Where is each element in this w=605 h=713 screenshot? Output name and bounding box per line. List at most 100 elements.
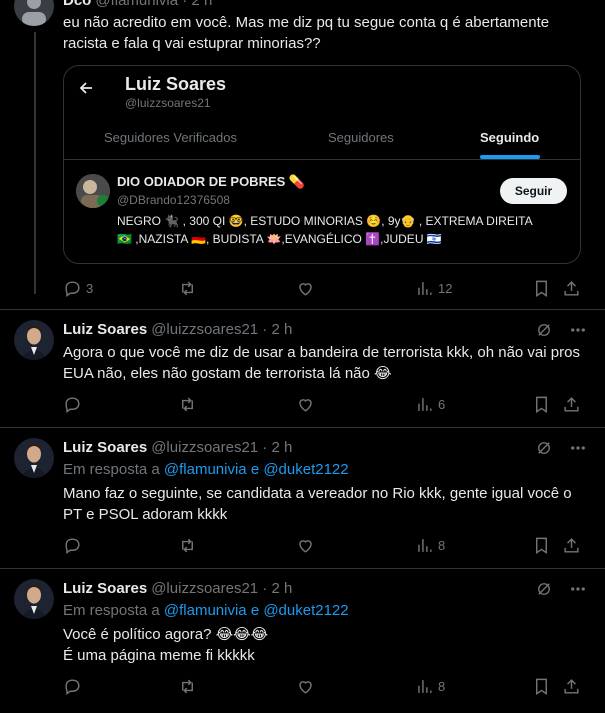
tweet-flamunivia[interactable]: Dco @flamunivia · 2 h eu não acredito em… [0,0,605,310]
reply-icon [65,280,80,297]
share-button[interactable] [562,674,581,698]
views-button[interactable]: 8 [415,533,445,557]
retweet-button[interactable] [178,276,197,300]
more-icon[interactable] [569,321,587,339]
tweet-actions: 8 [63,533,593,557]
tweet-actions: 6 [63,392,593,416]
author-name[interactable]: Dco [63,0,91,9]
tweet-reply-2[interactable]: Luiz Soares @luizzsoares21 · 2 h Em resp… [0,428,605,568]
retweet-icon [182,538,193,552]
bookmark-icon [536,678,547,695]
share-button[interactable] [562,392,581,416]
replying-to-prefix: Em resposta a [63,461,164,478]
reply-button[interactable] [63,533,82,557]
tweet-text: Agora o que você me diz de usar a bandei… [63,344,580,382]
back-arrow-icon [78,80,94,101]
card-tabs: Seguidores Verificados Seguidores Seguin… [64,124,580,158]
like-button[interactable] [296,276,315,300]
author-line: Luiz Soares @luizzsoares21 · 2 h [63,580,292,597]
like-button[interactable] [296,674,315,698]
avatar[interactable] [14,320,54,360]
views-icon [418,538,432,552]
retweet-icon [182,397,193,411]
bio-line-2: 🇧🇷 ,NAZISTA 🇩🇪, BUDISTA 🪷,EVANGÉLICO ✝️,… [117,232,442,246]
grok-icon[interactable] [535,321,553,339]
views-count: 6 [438,396,446,412]
bookmark-button[interactable] [532,533,551,557]
bookmark-icon [536,280,547,297]
retweet-icon [182,281,193,295]
tweet-text-line-1: Você é político agora? 😂😂😂 [63,626,269,643]
views-button[interactable]: 12 [415,276,452,300]
retweet-button[interactable] [178,533,197,557]
replying-to-users[interactable]: @flamunivia e @duket2122 [164,461,349,478]
thread-line [34,32,36,294]
author-handle-time[interactable]: @luizzsoares21 · 2 h [151,580,292,597]
like-button[interactable] [296,533,315,557]
tweet-actions: 3 12 [63,276,593,300]
like-icon [299,539,312,553]
tweet-text-line-2: É uma página meme fi kkkkk [63,647,255,664]
share-button[interactable] [562,533,581,557]
replying-to: Em resposta a @flamunivia e @duket2122 [63,461,349,478]
bookmark-icon [536,537,547,554]
card-profile-name: Luiz Soares [125,74,227,94]
more-icon[interactable] [569,439,587,457]
like-icon [299,282,312,296]
author-name[interactable]: Luiz Soares [63,439,147,456]
replying-to-prefix: Em resposta a [63,602,164,619]
like-icon [299,398,312,412]
tweet-top-icons [535,439,587,457]
author-line: Luiz Soares @luizzsoares21 · 2 h [63,321,292,338]
views-button[interactable]: 6 [415,392,445,416]
author-name[interactable]: Luiz Soares [63,580,147,597]
reply-button[interactable] [63,674,82,698]
retweet-icon [182,679,193,693]
author-line: Luiz Soares @luizzsoares21 · 2 h [63,439,292,456]
more-icon[interactable] [569,580,587,598]
tweet-top-icons [535,580,587,598]
author-handle-time[interactable]: @luizzsoares21 · 2 h [151,321,292,338]
views-button[interactable]: 8 [415,674,445,698]
avatar[interactable] [14,438,54,478]
reply-button[interactable] [63,392,82,416]
replying-to: Em resposta a @flamunivia e @duket2122 [63,602,349,619]
avatar [76,174,110,208]
share-icon [564,678,579,694]
retweet-button[interactable] [178,674,197,698]
views-count: 8 [438,678,446,694]
avatar[interactable] [14,0,54,26]
tweet-reply-1[interactable]: Luiz Soares @luizzsoares21 · 2 h Agora o… [0,310,605,427]
author-name[interactable]: Luiz Soares [63,321,147,338]
views-icon [418,281,432,295]
bio-line-1: NEGRO 🐈‍⬛ , 300 QI 🤓, ESTUDO MINORIAS ☺️… [117,214,533,228]
bookmark-icon [536,396,547,413]
author-line: Dco @flamunivia · 2 h [63,0,212,9]
bookmark-button[interactable] [532,276,551,300]
divider [64,159,580,160]
grok-icon[interactable] [535,439,553,457]
bookmark-button[interactable] [532,674,551,698]
embedded-screenshot-card[interactable]: Luiz Soares @luizzsoares21 Seguidores Ve… [63,65,581,264]
views-count: 12 [438,280,453,296]
like-button[interactable] [296,392,315,416]
reply-icon [65,537,80,554]
grok-icon[interactable] [535,580,553,598]
reply-count: 3 [86,280,94,296]
share-icon [564,537,579,553]
following-handle: @DBrando12376508 [117,193,230,207]
share-button[interactable] [562,276,581,300]
tweet-actions: 8 [63,674,593,698]
reply-icon [65,396,80,413]
follow-button: Seguir [500,178,567,204]
author-handle-time[interactable]: @luizzsoares21 · 2 h [151,439,292,456]
retweet-button[interactable] [178,392,197,416]
tweet-reply-3[interactable]: Luiz Soares @luizzsoares21 · 2 h Em resp… [0,569,605,713]
reply-button[interactable]: 3 [63,276,93,300]
avatar[interactable] [14,579,54,619]
bookmark-button[interactable] [532,392,551,416]
replying-to-users[interactable]: @flamunivia e @duket2122 [164,602,349,619]
tab-followers: Seguidores [328,130,394,145]
tweet-text: Você é político agora? 😂😂😂 É uma página … [63,624,593,666]
author-handle-time[interactable]: @flamunivia · 2 h [95,0,212,9]
